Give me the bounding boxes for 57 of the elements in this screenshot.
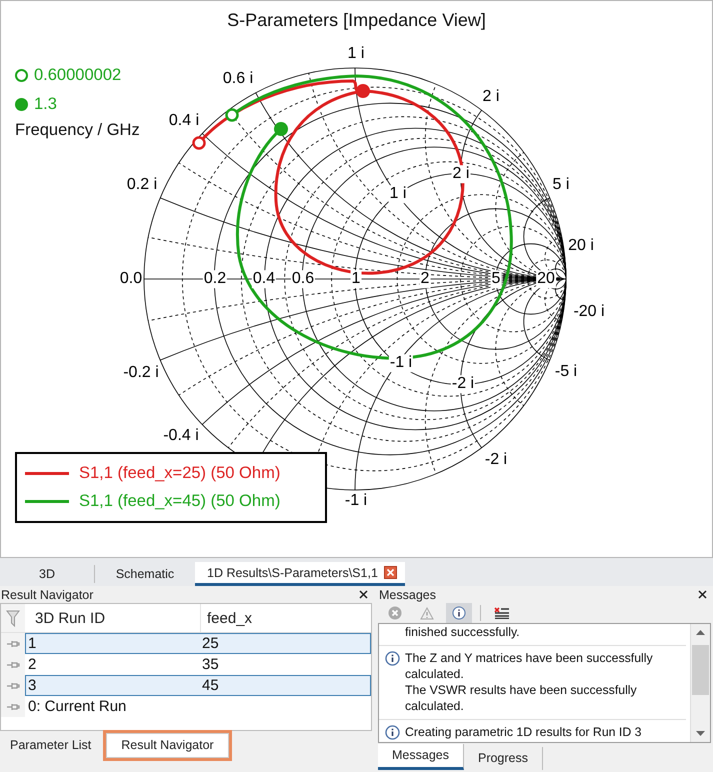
panel-tab[interactable]: Messages	[378, 744, 464, 770]
marker-label: 1.3	[34, 95, 57, 114]
document-tab[interactable]: Schematic	[95, 562, 195, 586]
close-icon[interactable]	[698, 590, 707, 599]
pin-icon[interactable]	[6, 660, 20, 668]
scroll-thumb[interactable]	[692, 645, 709, 695]
message-text: finished successfully.	[405, 624, 520, 640]
axis-label: 2 i	[452, 165, 470, 183]
column-header[interactable]: 3D Run ID	[25, 604, 201, 632]
open-circle-icon	[15, 69, 28, 82]
table-row[interactable]: 0: Current Run	[25, 696, 371, 717]
filter-icon[interactable]	[6, 610, 20, 626]
document-tab[interactable]: 1D Results\S-Parameters\S1,1	[195, 562, 405, 586]
table-row[interactable]: 3 45	[25, 675, 371, 696]
panel-tab[interactable]: Progress	[464, 747, 544, 770]
axis-label: 0.6	[290, 270, 316, 288]
pin-icon[interactable]	[6, 640, 20, 648]
filled-circle-icon	[15, 98, 28, 111]
filled-marker	[274, 122, 288, 136]
filled-marker	[356, 84, 370, 98]
scrollbar[interactable]	[690, 624, 710, 742]
close-icon[interactable]	[359, 590, 368, 599]
info-filter-button[interactable]	[446, 603, 472, 623]
warning-icon[interactable]	[420, 606, 434, 620]
axis-label: 1	[350, 270, 362, 288]
chart-title: S-Parameters [Impedance View]	[227, 10, 486, 31]
pin-icon[interactable]	[6, 682, 20, 690]
axis-label: 2	[420, 270, 430, 288]
message-text: The Z and Y matrices have been successfully calculated.	[405, 650, 654, 682]
legend-label: S1,1 (feed_x=25) (50 Ohm)	[79, 464, 280, 482]
panel-title: Messages	[379, 588, 436, 602]
axis-label: -1 i	[388, 354, 414, 372]
open-marker	[192, 136, 206, 150]
message-text: Creating parametric 1D results for Run ID 3	[405, 724, 642, 740]
marker-legend-caption: Frequency / GHz	[15, 121, 140, 140]
panel-tab[interactable]: Parameter List	[0, 733, 102, 758]
pin-icon[interactable]	[6, 702, 20, 710]
axis-label: 0.2	[202, 270, 228, 288]
axis-label: 1 i	[388, 185, 408, 203]
legend-label: S1,1 (feed_x=45) (50 Ohm)	[79, 492, 280, 510]
info-icon[interactable]	[452, 606, 466, 620]
table-row[interactable]: 1 25	[25, 633, 371, 654]
panel-tab[interactable]: Result Navigator	[106, 733, 229, 758]
table-row[interactable]: 2 35	[25, 654, 371, 675]
message-text: The VSWR results have been successfully calculated.	[405, 682, 638, 714]
open-marker	[225, 108, 239, 122]
axis-label: 5	[490, 270, 502, 288]
clear-list-icon[interactable]	[494, 607, 510, 619]
panel-title: Result Navigator	[1, 588, 94, 602]
axis-label: 0.4	[252, 270, 276, 288]
axis-label: 20	[536, 270, 556, 288]
document-tab[interactable]: 3D	[0, 565, 95, 583]
close-icon[interactable]	[384, 566, 397, 579]
column-header[interactable]: feed_x	[201, 604, 252, 632]
axis-label: -2 i	[450, 375, 476, 393]
error-icon[interactable]	[388, 606, 402, 620]
marker-label: 0.60000002	[34, 66, 122, 85]
